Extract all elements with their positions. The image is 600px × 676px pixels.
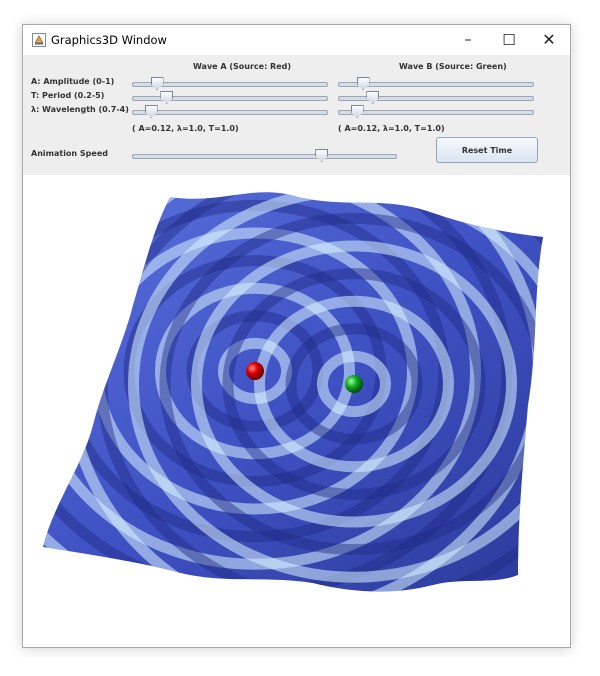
wave-b-wavelength-slider[interactable] bbox=[338, 105, 534, 118]
period-label: T: Period (0.2-5) bbox=[31, 91, 105, 100]
close-button[interactable]: ✕ bbox=[529, 25, 569, 55]
wave-b-amplitude-slider[interactable] bbox=[338, 77, 534, 90]
wave-a-readout: ( A=0.12, λ=1.0, T=1.0) bbox=[132, 124, 239, 133]
red-source-sphere bbox=[246, 362, 264, 380]
slider-thumb[interactable] bbox=[366, 91, 380, 104]
wave-b-header: Wave B (Source: Green) bbox=[399, 62, 507, 71]
slider-thumb[interactable] bbox=[144, 105, 158, 118]
title-bar[interactable]: Graphics3D Window – ☐ ✕ bbox=[23, 25, 570, 55]
control-panel: Wave A (Source: Red) Wave B (Source: Gre… bbox=[23, 55, 570, 175]
slider-track bbox=[132, 110, 328, 115]
java-app-icon bbox=[32, 33, 46, 47]
wave-a-period-slider[interactable] bbox=[132, 91, 328, 104]
green-source-sphere bbox=[345, 375, 363, 393]
wave-b-readout: ( A=0.12, λ=1.0, T=1.0) bbox=[338, 124, 445, 133]
slider-track bbox=[338, 110, 534, 115]
amplitude-label: A: Amplitude (0-1) bbox=[31, 77, 115, 86]
window-title: Graphics3D Window bbox=[51, 33, 167, 47]
wave-a-header: Wave A (Source: Red) bbox=[193, 62, 292, 71]
wavelength-label: λ: Wavelength (0.7-4) bbox=[31, 105, 129, 114]
reset-time-button[interactable]: Reset Time bbox=[436, 137, 538, 163]
slider-thumb[interactable] bbox=[150, 77, 164, 90]
animation-speed-label: Animation Speed bbox=[31, 149, 108, 158]
wave-a-wavelength-slider[interactable] bbox=[132, 105, 328, 118]
slider-thumb[interactable] bbox=[356, 77, 370, 90]
wave-b-period-slider[interactable] bbox=[338, 91, 534, 104]
slider-thumb[interactable] bbox=[160, 91, 174, 104]
slider-thumb[interactable] bbox=[350, 105, 364, 118]
wave-surface-3d-view[interactable] bbox=[23, 175, 570, 647]
slider-thumb[interactable] bbox=[315, 149, 329, 162]
minimize-button[interactable]: – bbox=[448, 25, 488, 55]
slider-track bbox=[132, 154, 397, 159]
maximize-button[interactable]: ☐ bbox=[489, 25, 529, 55]
animation-speed-slider[interactable] bbox=[132, 149, 397, 162]
wave-a-amplitude-slider[interactable] bbox=[132, 77, 328, 90]
graphics3d-window: Graphics3D Window – ☐ ✕ Wave A (Source: … bbox=[22, 24, 571, 648]
